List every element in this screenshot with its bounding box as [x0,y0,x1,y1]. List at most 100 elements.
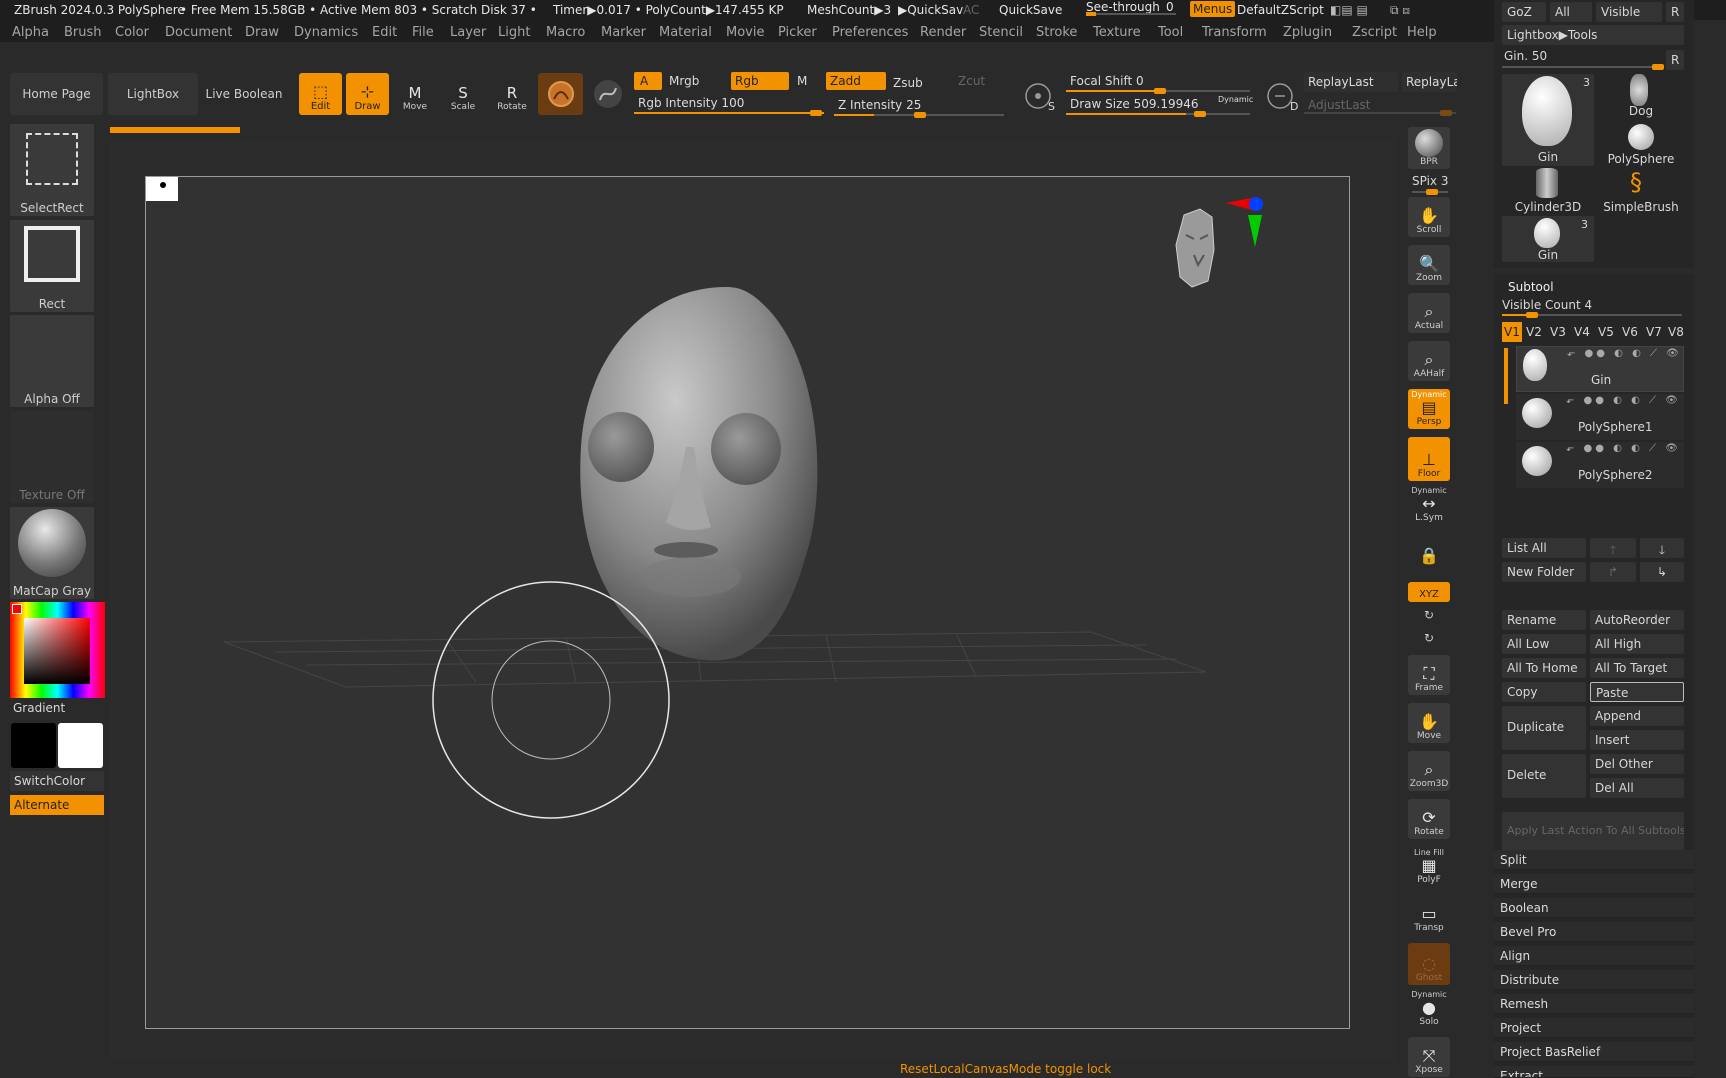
paste-button[interactable]: Paste [1590,682,1684,702]
align-section[interactable]: Align [1494,946,1694,966]
brush-selector[interactable] [538,73,583,115]
menu-draw[interactable]: Draw [245,25,279,40]
rotate-mode-button[interactable]: R Rotate [492,73,532,115]
rgb-intensity-slider[interactable] [634,110,824,116]
live-boolean-button[interactable]: Live Boolean [200,73,288,115]
menu-tool[interactable]: Tool [1158,25,1183,40]
menu-file[interactable]: File [412,25,434,40]
zcut-toggle[interactable]: Zcut [952,72,1002,90]
visible-button[interactable]: Visible [1596,2,1662,22]
dynamic-toggle[interactable]: Dynamic [1218,95,1253,104]
del-other-button[interactable]: Del Other [1590,754,1684,774]
version-tab-v5[interactable]: V5 [1598,325,1614,339]
delete-button[interactable]: Delete [1502,754,1586,798]
subtool-item-polysphere1[interactable]: ⬐ ●● ◐ ◐ ⟋ 👁 PolySphere1 [1516,394,1684,440]
menu-stroke[interactable]: Stroke [1036,25,1077,40]
adjust-last-slider[interactable] [1304,110,1456,116]
menu-help[interactable]: Help [1407,25,1437,40]
menu-zplugin[interactable]: Zplugin [1283,25,1332,40]
canvas-area[interactable] [110,140,1395,1060]
menus-button[interactable]: Menus [1190,1,1236,17]
move-down-button[interactable]: 🡓 [1640,538,1684,558]
floor-button[interactable]: ⊥ Floor [1408,437,1450,481]
color-square[interactable] [24,618,90,684]
ghost-button[interactable]: ◌ Ghost [1408,943,1450,985]
rename-button[interactable]: Rename [1502,610,1586,630]
secondary-color-swatch[interactable] [58,723,103,768]
tool-thumb-dog[interactable]: Dog [1598,74,1684,118]
version-tab-v8[interactable]: V8 [1668,325,1684,339]
draw-mode-button[interactable]: ⊹ Draw [346,73,389,115]
gin-slider[interactable] [1502,64,1664,70]
spix-slider[interactable] [1412,189,1448,195]
document-frame[interactable] [145,176,1350,1029]
scroll-button[interactable]: ✋ Scroll [1408,197,1450,237]
new-folder-button[interactable]: New Folder [1502,562,1586,582]
scale-mode-button[interactable]: S Scale [443,73,483,115]
window-layout-icon[interactable]: ⧉ ⧈ [1390,3,1410,18]
version-tab-v3[interactable]: V3 [1550,325,1566,339]
adjust-last-button[interactable]: AdjustLast [1304,95,1456,113]
replay-last-button[interactable]: ReplayLast [1304,72,1398,92]
menu-layer[interactable]: Layer [450,25,486,40]
alternate-button[interactable]: Alternate [10,795,104,815]
matcap-button[interactable]: MatCap Gray [10,507,94,599]
zadd-toggle[interactable]: Zadd [826,72,886,90]
polyf-button[interactable]: Line Fill ▦ PolyF [1408,847,1450,887]
rotate-z-icon[interactable]: ↻ [1424,631,1434,645]
menu-stencil[interactable]: Stencil [979,25,1023,40]
version-tab-v2[interactable]: V2 [1526,325,1542,339]
project-basrelief-section[interactable]: Project BasRelief [1494,1042,1694,1062]
duplicate-button[interactable]: Duplicate [1502,706,1586,750]
frame-button[interactable]: ⛶ Frame [1408,655,1450,695]
gradient-label[interactable]: Gradient [13,701,65,715]
merge-section[interactable]: Merge [1494,874,1694,894]
bevel-pro-section[interactable]: Bevel Pro [1494,922,1694,942]
z-intensity-slider[interactable] [834,112,1004,118]
menu-movie[interactable]: Movie [726,25,764,40]
tool-thumb-polysphere[interactable]: PolySphere [1598,120,1684,166]
texture-off-button[interactable]: Texture Off [10,411,94,503]
menu-render[interactable]: Render [920,25,966,40]
lsym-button[interactable]: Dynamic ↔ L.Sym [1408,485,1450,525]
home-page-button[interactable]: Home Page [10,73,103,115]
zsub-toggle[interactable]: Zsub [889,74,949,92]
tool-thumb-gin[interactable]: 3 Gin [1502,74,1594,166]
menu-color[interactable]: Color [115,25,149,40]
polysphere2-controls-icon[interactable]: ⬐ ●● ◐ ◐ ⟋ 👁 [1566,443,1681,454]
stroke-selector[interactable] [592,78,624,110]
quicksave-button[interactable]: QuickSave [999,3,1062,17]
draw-size-field[interactable]: Draw Size 509.19946 [1066,95,1206,113]
move-up-button[interactable]: 🡑 [1590,538,1636,558]
distribute-section[interactable]: Distribute [1494,970,1694,990]
menu-edit[interactable]: Edit [372,25,397,40]
spix-field[interactable]: SPix 3 [1412,174,1448,188]
menu-macro[interactable]: Macro [546,25,585,40]
menu-preferences[interactable]: Preferences [832,25,908,40]
rgb-intensity-field[interactable]: Rgb Intensity 100 [634,94,824,112]
actual-button[interactable]: ⌕ Actual [1408,293,1450,333]
edit-mode-button[interactable]: ⬚ Edit [299,73,342,115]
subtool-header[interactable]: Subtool [1508,280,1554,294]
focal-shift-slider[interactable] [1066,88,1250,94]
zoom3d-button[interactable]: ⌕ Zoom3D [1408,751,1450,791]
goz-button[interactable]: GoZ [1502,2,1546,22]
all-low-button[interactable]: All Low [1502,634,1586,654]
d-lazy-icon[interactable]: D [1266,80,1300,114]
lightbox-button[interactable]: LightBox [108,73,198,115]
see-through-label[interactable]: See-through [1086,0,1160,14]
color-picker[interactable] [10,602,105,698]
version-tab-v1[interactable]: V1 [1502,322,1522,342]
all-button[interactable]: All [1550,2,1592,22]
subtool-item-polysphere2[interactable]: ⬐ ●● ◐ ◐ ⟋ 👁 PolySphere2 [1516,442,1684,488]
rect-button[interactable]: Rect [10,220,94,312]
apply-last-action-button[interactable]: Apply Last Action To All Subtools [1502,812,1684,854]
rotate-y-icon[interactable]: ↻ [1424,608,1434,622]
visible-count-field[interactable]: Visible Count 4 [1502,298,1592,312]
visible-count-slider[interactable] [1502,312,1682,318]
all-to-target-button[interactable]: All To Target [1590,658,1684,678]
del-all-button[interactable]: Del All [1590,778,1684,798]
version-tab-v7[interactable]: V7 [1646,325,1662,339]
default-zscript-button[interactable]: DefaultZScript [1237,3,1324,17]
rotate-view-button[interactable]: ⟳ Rotate [1408,799,1450,839]
